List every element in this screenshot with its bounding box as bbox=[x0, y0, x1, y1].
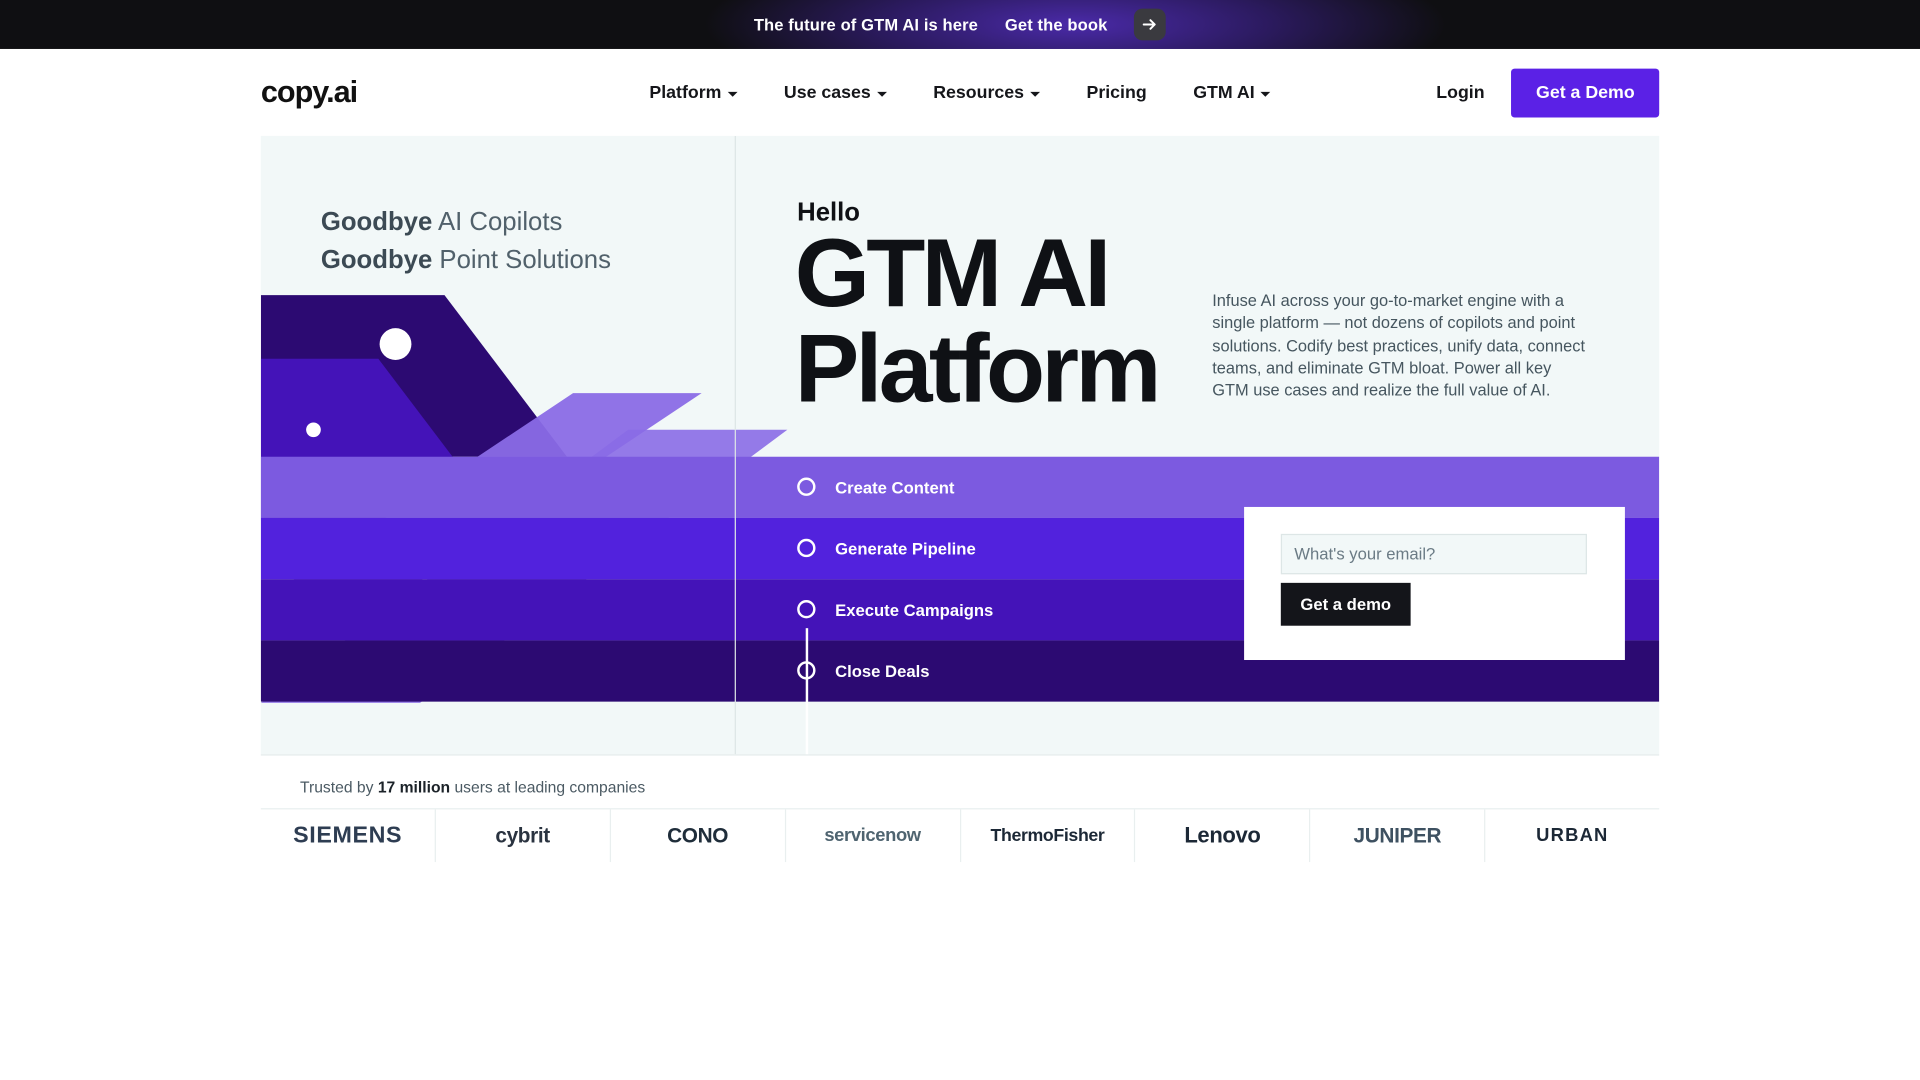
trusted-prefix: Trusted by bbox=[300, 777, 378, 796]
announcement-text: The future of GTM AI is here bbox=[753, 15, 978, 34]
trusted-by-section: Trusted by 17 million users at leading c… bbox=[260, 754, 1660, 809]
hero-section: Create Content Generate Pipeline Execute… bbox=[260, 135, 1660, 755]
customer-logo-servicenow: servicenow bbox=[786, 809, 961, 863]
main-navigation: copy.ai Platform Use cases Resources Pri… bbox=[0, 48, 1920, 136]
nav-item-label: Pricing bbox=[1086, 82, 1147, 103]
hero-goodbye-line-2: Goodbye Point Solutions bbox=[321, 241, 611, 279]
email-input[interactable] bbox=[1280, 533, 1587, 575]
hero-title-line-2: Platform bbox=[794, 313, 1162, 423]
get-the-book-link[interactable]: Get the book bbox=[1005, 15, 1107, 33]
arrow-right-icon[interactable] bbox=[1134, 8, 1167, 41]
nav-item-resources[interactable]: Resources bbox=[933, 82, 1040, 103]
demo-request-card: Get a demo bbox=[1244, 506, 1625, 661]
hero-vertical-divider bbox=[734, 135, 736, 755]
timeline-node bbox=[797, 600, 816, 619]
hero-title-line-1: GTM AI bbox=[794, 217, 1112, 327]
page: The future of GTM AI is here Get the boo… bbox=[0, 0, 1920, 1080]
chevron-down-icon bbox=[727, 91, 738, 97]
customer-logo-thermofisher: ThermoFisher bbox=[961, 809, 1136, 863]
customer-logo-urban: URBAN bbox=[1536, 825, 1609, 847]
customer-logo-juniper: JUNIPER bbox=[1311, 809, 1486, 863]
process-step-label: Execute Campaigns bbox=[835, 600, 994, 619]
nav-actions: Login Get a Demo bbox=[1436, 67, 1660, 117]
hero-title: GTM AI Platform bbox=[794, 217, 1162, 423]
trusted-count: 17 million bbox=[377, 777, 451, 796]
chevron-down-icon bbox=[876, 91, 887, 97]
get-a-demo-submit-button[interactable]: Get a demo bbox=[1280, 582, 1411, 626]
nav-links: Platform Use cases Resources Pricing GTM… bbox=[649, 82, 1271, 103]
timeline-node bbox=[797, 477, 816, 496]
process-step-label: Create Content bbox=[835, 478, 955, 497]
screen-root: The future of GTM AI is here Get the boo… bbox=[0, 0, 1920, 1080]
hero-goodbye-line-1: Goodbye AI Copilots bbox=[321, 203, 611, 241]
nav-item-platform[interactable]: Platform bbox=[649, 82, 738, 103]
hero-goodbye-rest: AI Copilots bbox=[432, 208, 563, 237]
customer-logo-lenovo: Lenovo bbox=[1136, 809, 1311, 863]
customer-logo-siemens: SIEMENS bbox=[261, 809, 436, 863]
announcement-banner-content: The future of GTM AI is here Get the boo… bbox=[753, 8, 1167, 41]
nav-item-label: Use cases bbox=[783, 82, 871, 103]
announcement-banner: The future of GTM AI is here Get the boo… bbox=[0, 0, 1920, 49]
nav-item-label: Platform bbox=[649, 82, 722, 103]
hero-goodbye-bold: Goodbye bbox=[320, 246, 433, 275]
customer-logo-row: SIEMENS cybrit CONO servicenow ThermoFis… bbox=[260, 808, 1660, 863]
nav-item-label: GTM AI bbox=[1193, 82, 1255, 103]
process-step-label: Generate Pipeline bbox=[835, 539, 976, 558]
process-step-label: Close Deals bbox=[835, 661, 930, 681]
customer-logo-cono: CONO bbox=[611, 809, 786, 863]
nav-item-pricing[interactable]: Pricing bbox=[1086, 83, 1146, 103]
timeline-node bbox=[797, 661, 816, 680]
customer-logo-cybrit: cybrit bbox=[436, 809, 611, 863]
nav-item-gtm-ai[interactable]: GTM AI bbox=[1193, 82, 1271, 103]
hero-description: Infuse AI across your go-to-market engin… bbox=[1212, 291, 1586, 400]
trusted-by-text: Trusted by 17 million users at leading c… bbox=[300, 778, 1620, 796]
timeline-node bbox=[797, 538, 816, 558]
trusted-suffix: users at leading companies bbox=[450, 777, 646, 796]
nav-item-label: Resources bbox=[933, 82, 1025, 103]
hero-goodbye-rest: Point Solutions bbox=[432, 246, 611, 275]
nav-item-use-cases[interactable]: Use cases bbox=[783, 82, 887, 103]
get-a-demo-button[interactable]: Get a Demo bbox=[1511, 67, 1660, 117]
hero-goodbye-lines: Goodbye AI Copilots Goodbye Point Soluti… bbox=[321, 203, 611, 279]
site-logo[interactable]: copy.ai bbox=[261, 75, 358, 111]
timeline-spine bbox=[805, 628, 809, 755]
chevron-down-icon bbox=[1260, 91, 1271, 97]
login-link[interactable]: Login bbox=[1436, 83, 1484, 103]
chevron-down-icon bbox=[1030, 91, 1040, 97]
hero-goodbye-bold: Goodbye bbox=[320, 208, 433, 237]
